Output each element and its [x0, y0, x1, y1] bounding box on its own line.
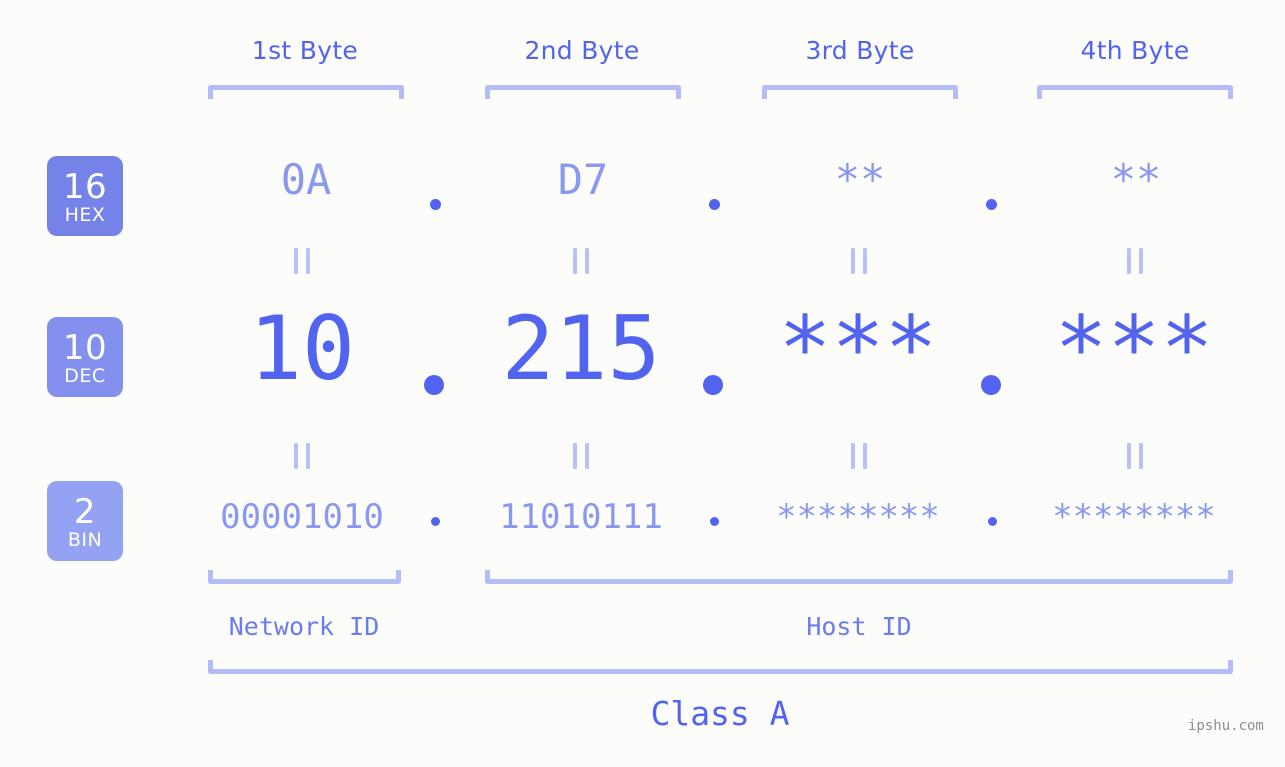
byte-header-1: 1st Byte — [251, 36, 359, 65]
byte-bracket-4 — [1037, 85, 1233, 99]
base-badge-bin-number: 2 — [73, 491, 97, 532]
bin-byte-1: 00001010 — [220, 497, 384, 537]
equality-mark-hex-dec-1 — [294, 248, 310, 274]
dec-separator-1 — [424, 375, 444, 395]
base-badge-hex-number: 16 — [62, 166, 108, 207]
class-label: Class A — [650, 694, 790, 733]
bin-separator-2 — [710, 517, 719, 526]
dec-separator-2 — [703, 375, 723, 395]
byte-header-2: 2nd Byte — [524, 36, 640, 65]
base-badge-bin: 2 BIN — [47, 481, 123, 561]
hex-separator-1 — [430, 199, 441, 210]
equality-mark-dec-bin-1 — [294, 443, 310, 469]
equality-mark-hex-dec-2 — [573, 248, 589, 274]
base-badge-hex: 16 HEX — [47, 156, 123, 236]
equality-mark-dec-bin-3 — [851, 443, 867, 469]
hex-separator-3 — [986, 199, 997, 210]
host-id-label: Host ID — [806, 612, 912, 641]
equality-mark-dec-bin-2 — [573, 443, 589, 469]
class-bracket — [208, 660, 1233, 674]
bin-byte-3: ******** — [776, 497, 940, 537]
base-badge-bin-label: BIN — [67, 528, 103, 551]
equality-mark-dec-bin-4 — [1127, 443, 1143, 469]
host-id-bracket — [485, 570, 1233, 584]
hex-byte-1: 0A — [280, 155, 332, 204]
byte-header-4: 4th Byte — [1080, 36, 1190, 65]
base-badge-hex-label: HEX — [64, 203, 106, 226]
dec-byte-1: 10 — [249, 297, 355, 400]
dec-separator-3 — [981, 375, 1001, 395]
bin-byte-4: ******** — [1052, 497, 1216, 537]
hex-byte-3: ** — [834, 155, 886, 204]
base-badge-dec-label: DEC — [64, 364, 106, 387]
dec-byte-4: *** — [1054, 297, 1214, 400]
equality-mark-hex-dec-4 — [1127, 248, 1143, 274]
site-watermark: ipshu.com — [1188, 718, 1264, 734]
byte-header-3: 3rd Byte — [805, 36, 915, 65]
diagram-canvas: 1st Byte 2nd Byte 3rd Byte 4th Byte 16 H… — [0, 0, 1285, 767]
network-id-bracket — [208, 570, 401, 584]
dec-byte-3: *** — [778, 297, 938, 400]
base-badge-dec: 10 DEC — [47, 317, 123, 397]
hex-separator-2 — [709, 199, 720, 210]
byte-bracket-2 — [485, 85, 681, 99]
hex-byte-4: ** — [1110, 155, 1162, 204]
byte-bracket-1 — [208, 85, 404, 99]
bin-separator-3 — [988, 517, 997, 526]
hex-byte-2: D7 — [557, 155, 609, 204]
equality-mark-hex-dec-3 — [851, 248, 867, 274]
base-badge-dec-number: 10 — [62, 327, 108, 368]
bin-byte-2: 11010111 — [499, 497, 663, 537]
network-id-label: Network ID — [228, 612, 380, 641]
bin-separator-1 — [431, 517, 440, 526]
byte-bracket-3 — [762, 85, 958, 99]
dec-byte-2: 215 — [501, 297, 661, 400]
